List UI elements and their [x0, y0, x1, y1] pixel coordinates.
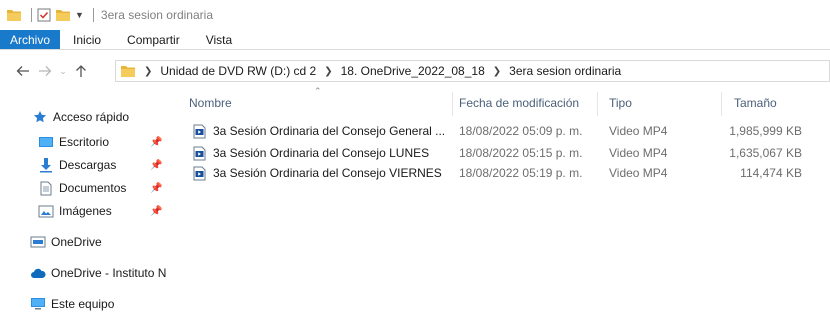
- images-icon: [38, 203, 54, 219]
- column-header-size[interactable]: Tamaño: [734, 96, 777, 110]
- folder-icon: [120, 64, 136, 78]
- sidebar-item-acceso-rapido[interactable]: Acceso rápido: [32, 106, 178, 128]
- sidebar-item-label: Descargas: [59, 158, 117, 172]
- separator: [92, 8, 94, 22]
- sidebar-item-escritorio[interactable]: Escritorio 📌: [38, 131, 178, 153]
- arrow-up-icon: [76, 65, 86, 77]
- sidebar-item-label: Escritorio: [59, 135, 110, 149]
- sidebar-item-imagenes[interactable]: Imágenes 📌: [38, 200, 178, 222]
- computer-icon: [30, 296, 46, 312]
- chevron-right-icon[interactable]: ❯: [144, 66, 152, 77]
- sidebar-item-onedrive-instituto[interactable]: OneDrive - Instituto N: [30, 262, 178, 284]
- sidebar-item-label: OneDrive: [51, 235, 102, 249]
- title-bar: ▼ 3era sesion ordinaria: [0, 0, 830, 30]
- video-file-icon: [191, 165, 207, 181]
- file-modified: 18/08/2022 05:19 p. m.: [459, 166, 583, 180]
- pin-icon[interactable]: 📌: [150, 183, 162, 194]
- sidebar-item-onedrive[interactable]: OneDrive: [30, 231, 178, 253]
- pin-icon[interactable]: 📌: [150, 160, 162, 171]
- star-icon: [32, 109, 48, 125]
- table-row[interactable]: 3a Sesión Ordinaria del Consejo General …: [178, 121, 830, 141]
- sidebar-item-label: Este equipo: [51, 297, 115, 311]
- column-header-type[interactable]: Tipo: [609, 96, 632, 110]
- desktop-icon: [38, 134, 54, 150]
- file-name-cell: 3a Sesión Ordinaria del Consejo LUNES: [191, 143, 429, 163]
- pin-icon[interactable]: 📌: [150, 206, 162, 217]
- document-icon: [38, 180, 54, 196]
- column-divider[interactable]: [597, 92, 598, 116]
- video-file-icon: [191, 145, 207, 161]
- sidebar-item-label: Imágenes: [59, 204, 112, 218]
- file-list: ⌃ Nombre Fecha de modificación Tipo Tama…: [178, 86, 830, 312]
- breadcrumb-current-folder[interactable]: 3era sesion ordinaria: [509, 64, 621, 78]
- sidebar-item-label: Acceso rápido: [53, 110, 130, 124]
- breadcrumb-drive[interactable]: Unidad de DVD RW (D:) cd 2: [160, 64, 316, 78]
- new-folder-icon[interactable]: [55, 8, 71, 22]
- tab-inicio[interactable]: Inicio: [60, 30, 114, 49]
- file-name-cell: 3a Sesión Ordinaria del Consejo General …: [191, 121, 445, 141]
- forward-button[interactable]: [34, 60, 56, 82]
- breadcrumb-onedrive-folder[interactable]: 18. OneDrive_2022_08_18: [341, 64, 485, 78]
- file-modified: 18/08/2022 05:09 p. m.: [459, 124, 583, 138]
- back-button[interactable]: [12, 60, 34, 82]
- file-name-cell: 3a Sesión Ordinaria del Consejo VIERNES: [191, 163, 442, 183]
- navigation-pane: Acceso rápido Escritorio 📌 Descargas 📌 D…: [0, 92, 178, 312]
- file-modified: 18/08/2022 05:15 p. m.: [459, 146, 583, 160]
- column-divider[interactable]: [452, 92, 453, 116]
- pin-icon[interactable]: 📌: [150, 137, 162, 148]
- customize-toolbar-icon[interactable]: ▼: [75, 10, 84, 20]
- tab-vista[interactable]: Vista: [193, 30, 245, 49]
- sidebar-item-label: OneDrive - Instituto N: [51, 266, 167, 280]
- cloud-icon: [30, 265, 46, 281]
- file-name: 3a Sesión Ordinaria del Consejo General …: [213, 124, 446, 138]
- recent-locations-button[interactable]: ⌄: [56, 60, 70, 82]
- column-header-modified[interactable]: Fecha de modificación: [459, 96, 579, 110]
- sidebar-item-label: Documentos: [59, 181, 127, 195]
- folder-icon: [6, 8, 22, 22]
- up-button[interactable]: [70, 60, 92, 82]
- file-size: 114,474 KB: [740, 166, 802, 180]
- download-icon: [38, 157, 54, 173]
- window-title: 3era sesion ordinaria: [100, 8, 213, 22]
- file-size: 1,985,999 KB: [729, 124, 802, 138]
- arrow-left-icon: [16, 66, 29, 76]
- file-name: 3a Sesión Ordinaria del Consejo LUNES: [213, 146, 430, 160]
- sidebar-item-descargas[interactable]: Descargas 📌: [38, 154, 178, 176]
- table-row[interactable]: 3a Sesión Ordinaria del Consejo LUNES 18…: [178, 143, 830, 163]
- properties-icon[interactable]: [37, 8, 51, 22]
- table-row[interactable]: 3a Sesión Ordinaria del Consejo VIERNES …: [178, 163, 830, 183]
- tab-archivo[interactable]: Archivo: [0, 30, 61, 49]
- arrow-right-icon: [39, 66, 52, 76]
- column-header-name[interactable]: Nombre: [189, 96, 232, 110]
- file-size: 1,635,067 KB: [729, 146, 802, 160]
- file-name: 3a Sesión Ordinaria del Consejo VIERNES: [213, 166, 442, 180]
- sidebar-item-este-equipo[interactable]: Este equipo: [30, 293, 178, 312]
- ribbon-tabs: Archivo Inicio Compartir Vista: [0, 30, 830, 50]
- file-type: Video MP4: [609, 124, 668, 138]
- column-divider[interactable]: [721, 92, 722, 116]
- tab-compartir[interactable]: Compartir: [114, 30, 193, 49]
- file-type: Video MP4: [609, 166, 668, 180]
- separator: [31, 8, 32, 22]
- navigation-bar: ⌄ ❯ Unidad de DVD RW (D:) cd 2 ❯ 18. One…: [0, 58, 830, 84]
- sort-ascending-icon: ⌃: [314, 86, 322, 96]
- video-file-icon: [191, 123, 207, 139]
- chevron-right-icon[interactable]: ❯: [493, 66, 501, 77]
- file-type: Video MP4: [609, 146, 668, 160]
- sidebar-item-documentos[interactable]: Documentos 📌: [38, 177, 178, 199]
- address-bar[interactable]: ❯ Unidad de DVD RW (D:) cd 2 ❯ 18. OneDr…: [115, 60, 830, 82]
- onedrive-icon: [30, 234, 46, 250]
- chevron-right-icon[interactable]: ❯: [324, 66, 332, 77]
